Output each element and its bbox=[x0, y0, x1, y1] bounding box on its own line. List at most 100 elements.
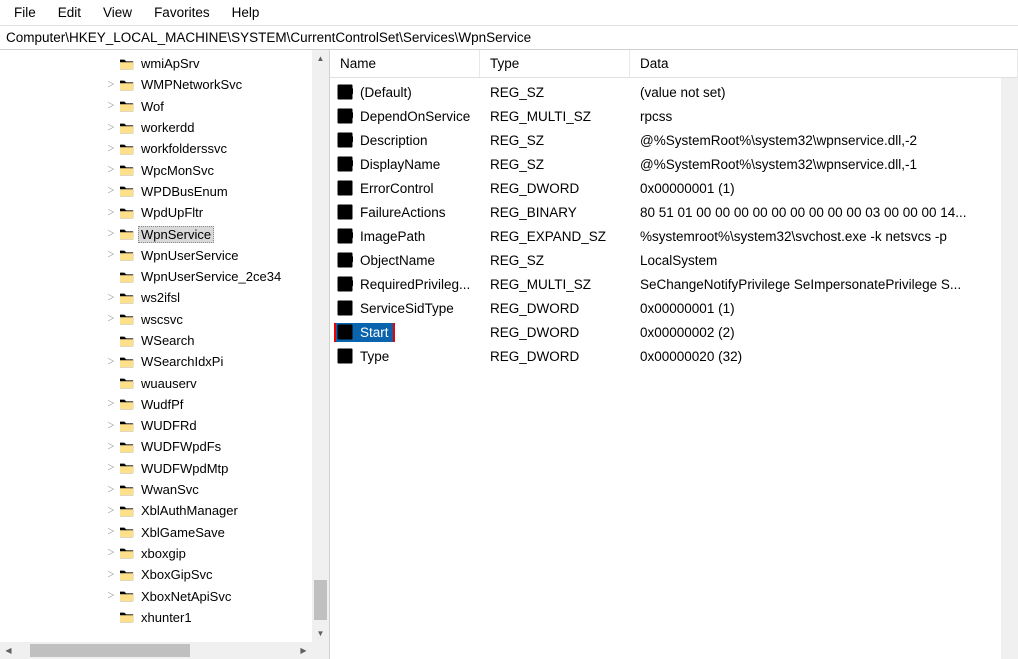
value-row[interactable]: DescriptionREG_SZ@%SystemRoot%\system32\… bbox=[330, 128, 1018, 152]
expand-chevron-icon[interactable]: ＞ bbox=[104, 357, 118, 367]
tree-item-label: WwanSvc bbox=[138, 481, 202, 498]
value-data: @%SystemRoot%\system32\wpnservice.dll,-1 bbox=[630, 157, 1018, 172]
column-headers: Name Type Data bbox=[330, 50, 1018, 78]
scroll-left-icon[interactable]: ◀ bbox=[0, 642, 17, 659]
value-list[interactable]: (Default)REG_SZ(value not set)DependOnSe… bbox=[330, 78, 1018, 368]
tree-item-wudfwpdfs[interactable]: ＞WUDFWpdFs bbox=[0, 436, 329, 457]
registry-tree[interactable]: wmiApSrv＞WMPNetworkSvc＞Wof＞workerdd＞work… bbox=[0, 50, 329, 625]
tree-item-xboxgip[interactable]: ＞xboxgip bbox=[0, 543, 329, 564]
folder-icon bbox=[119, 184, 135, 198]
tree-item-wpcmonsvc[interactable]: ＞WpcMonSvc bbox=[0, 159, 329, 180]
expand-chevron-icon[interactable]: ＞ bbox=[104, 442, 118, 452]
expand-chevron-icon[interactable]: ＞ bbox=[104, 399, 118, 409]
tree-item-wpnuserservice[interactable]: ＞ WpnUserService bbox=[0, 245, 329, 266]
column-header-name[interactable]: Name bbox=[330, 50, 480, 77]
menu-help[interactable]: Help bbox=[222, 2, 270, 23]
tree-item-wsearchidxpi[interactable]: ＞WSearchIdxPi bbox=[0, 351, 329, 372]
tree-vertical-scrollbar[interactable]: ▲ ▼ bbox=[312, 50, 329, 642]
expand-chevron-icon[interactable]: ＞ bbox=[104, 527, 118, 537]
tree-item-wpdbusenum[interactable]: ＞WPDBusEnum bbox=[0, 181, 329, 202]
expand-chevron-icon[interactable]: ＞ bbox=[104, 570, 118, 580]
expand-chevron-icon[interactable]: ＞ bbox=[104, 208, 118, 218]
tree-item-wscsvc[interactable]: ＞wscsvc bbox=[0, 309, 329, 330]
scroll-down-icon[interactable]: ▼ bbox=[312, 625, 329, 642]
tree-item-label: WSearch bbox=[138, 332, 197, 349]
scroll-up-icon[interactable]: ▲ bbox=[312, 50, 329, 67]
tree-item-wof[interactable]: ＞ Wof bbox=[0, 96, 329, 117]
tree-item-wwansvc[interactable]: ＞ WwanSvc bbox=[0, 479, 329, 500]
column-header-data[interactable]: Data bbox=[630, 50, 1018, 77]
string-value-icon bbox=[337, 276, 353, 292]
expand-chevron-icon[interactable]: ＞ bbox=[104, 314, 118, 324]
value-row[interactable]: RequiredPrivileg...REG_MULTI_SZSeChangeN… bbox=[330, 272, 1018, 296]
tree-item-wudfpf[interactable]: ＞WudfPf bbox=[0, 394, 329, 415]
expand-chevron-icon[interactable]: ＞ bbox=[104, 123, 118, 133]
value-row[interactable]: FailureActionsREG_BINARY80 51 01 00 00 0… bbox=[330, 200, 1018, 224]
tree-item-workfolderssvc[interactable]: ＞ workfolderssvc bbox=[0, 138, 329, 159]
expand-chevron-icon[interactable]: ＞ bbox=[104, 548, 118, 558]
column-header-type[interactable]: Type bbox=[480, 50, 630, 77]
value-row[interactable]: ServiceSidTypeREG_DWORD0x00000001 (1) bbox=[330, 296, 1018, 320]
tree-item-wpnuserservice_2ce34[interactable]: WpnUserService_2ce34 bbox=[0, 266, 329, 287]
expand-chevron-icon[interactable]: ＞ bbox=[104, 101, 118, 111]
tree-item-wpnservice[interactable]: ＞WpnService bbox=[0, 223, 329, 244]
value-row[interactable]: DependOnServiceREG_MULTI_SZrpcss bbox=[330, 104, 1018, 128]
expand-chevron-icon[interactable]: ＞ bbox=[104, 229, 118, 239]
tree-item-label: workfolderssvc bbox=[138, 140, 230, 157]
menu-favorites[interactable]: Favorites bbox=[144, 2, 220, 23]
value-row[interactable]: ObjectNameREG_SZLocalSystem bbox=[330, 248, 1018, 272]
expand-chevron-icon[interactable]: ＞ bbox=[104, 421, 118, 431]
expand-chevron-icon[interactable]: ＞ bbox=[104, 506, 118, 516]
expand-chevron-icon[interactable]: ＞ bbox=[104, 80, 118, 90]
tree-item-xboxgipsvc[interactable]: ＞XboxGipSvc bbox=[0, 564, 329, 585]
tree-item-wudfrd[interactable]: ＞WUDFRd bbox=[0, 415, 329, 436]
value-row[interactable]: DisplayNameREG_SZ@%SystemRoot%\system32\… bbox=[330, 152, 1018, 176]
expand-chevron-icon[interactable]: ＞ bbox=[104, 144, 118, 154]
tree-item-xhunter1[interactable]: xhunter1 bbox=[0, 607, 329, 625]
value-data: @%SystemRoot%\system32\wpnservice.dll,-2 bbox=[630, 133, 1018, 148]
expand-chevron-icon[interactable]: ＞ bbox=[104, 250, 118, 260]
value-row[interactable]: StartREG_DWORD0x00000002 (2) bbox=[330, 320, 1018, 344]
tree-item-wmpnetworksvc[interactable]: ＞WMPNetworkSvc bbox=[0, 74, 329, 95]
expand-chevron-icon[interactable]: ＞ bbox=[104, 485, 118, 495]
tree-pane: wmiApSrv＞WMPNetworkSvc＞Wof＞workerdd＞work… bbox=[0, 50, 330, 659]
value-row[interactable]: ErrorControlREG_DWORD0x00000001 (1) bbox=[330, 176, 1018, 200]
tree-item-wmiapsrv[interactable]: wmiApSrv bbox=[0, 53, 329, 74]
value-row[interactable]: ImagePathREG_EXPAND_SZ%systemroot%\syste… bbox=[330, 224, 1018, 248]
tree-item-ws2ifsl[interactable]: ＞ ws2ifsl bbox=[0, 287, 329, 308]
tree-item-wuauserv[interactable]: wuauserv bbox=[0, 372, 329, 393]
expand-chevron-icon[interactable]: ＞ bbox=[104, 165, 118, 175]
tree-item-xblgamesave[interactable]: ＞ XblGameSave bbox=[0, 522, 329, 543]
value-name: ImagePath bbox=[357, 228, 428, 245]
menu-edit[interactable]: Edit bbox=[48, 2, 91, 23]
scroll-right-icon[interactable]: ▶ bbox=[295, 642, 312, 659]
value-name: FailureActions bbox=[357, 204, 449, 221]
scroll-thumb[interactable] bbox=[30, 644, 190, 657]
menu-view[interactable]: View bbox=[93, 2, 142, 23]
value-row[interactable]: (Default)REG_SZ(value not set) bbox=[330, 80, 1018, 104]
folder-icon bbox=[119, 142, 135, 156]
expand-chevron-icon[interactable]: ＞ bbox=[104, 293, 118, 303]
tree-item-xboxnetapisvc[interactable]: ＞XboxNetApiSvc bbox=[0, 585, 329, 606]
tree-item-wudfwpdmtp[interactable]: ＞WUDFWpdMtp bbox=[0, 458, 329, 479]
menu-file[interactable]: File bbox=[4, 2, 46, 23]
list-vertical-scrollbar[interactable] bbox=[1001, 78, 1018, 659]
tree-item-label: ws2ifsl bbox=[138, 289, 183, 306]
tree-item-label: XblGameSave bbox=[138, 524, 228, 541]
expand-chevron-icon[interactable]: ＞ bbox=[104, 186, 118, 196]
tree-item-wsearch[interactable]: WSearch bbox=[0, 330, 329, 351]
value-name: Description bbox=[357, 132, 431, 149]
tree-item-wpdupfltr[interactable]: ＞WpdUpFltr bbox=[0, 202, 329, 223]
value-name: RequiredPrivileg... bbox=[357, 276, 473, 293]
folder-icon bbox=[119, 419, 135, 433]
value-row[interactable]: TypeREG_DWORD0x00000020 (32) bbox=[330, 344, 1018, 368]
expand-chevron-icon[interactable]: ＞ bbox=[104, 591, 118, 601]
scroll-thumb[interactable] bbox=[314, 580, 327, 620]
tree-item-workerdd[interactable]: ＞workerdd bbox=[0, 117, 329, 138]
tree-horizontal-scrollbar[interactable]: ◀ ▶ bbox=[0, 642, 312, 659]
address-bar[interactable]: Computer\HKEY_LOCAL_MACHINE\SYSTEM\Curre… bbox=[0, 26, 1018, 50]
expand-chevron-icon[interactable]: ＞ bbox=[104, 463, 118, 473]
tree-item-xblauthmanager[interactable]: ＞XblAuthManager bbox=[0, 500, 329, 521]
tree-item-label: Wof bbox=[138, 98, 167, 115]
tree-item-label: WpnUserService bbox=[138, 247, 242, 264]
